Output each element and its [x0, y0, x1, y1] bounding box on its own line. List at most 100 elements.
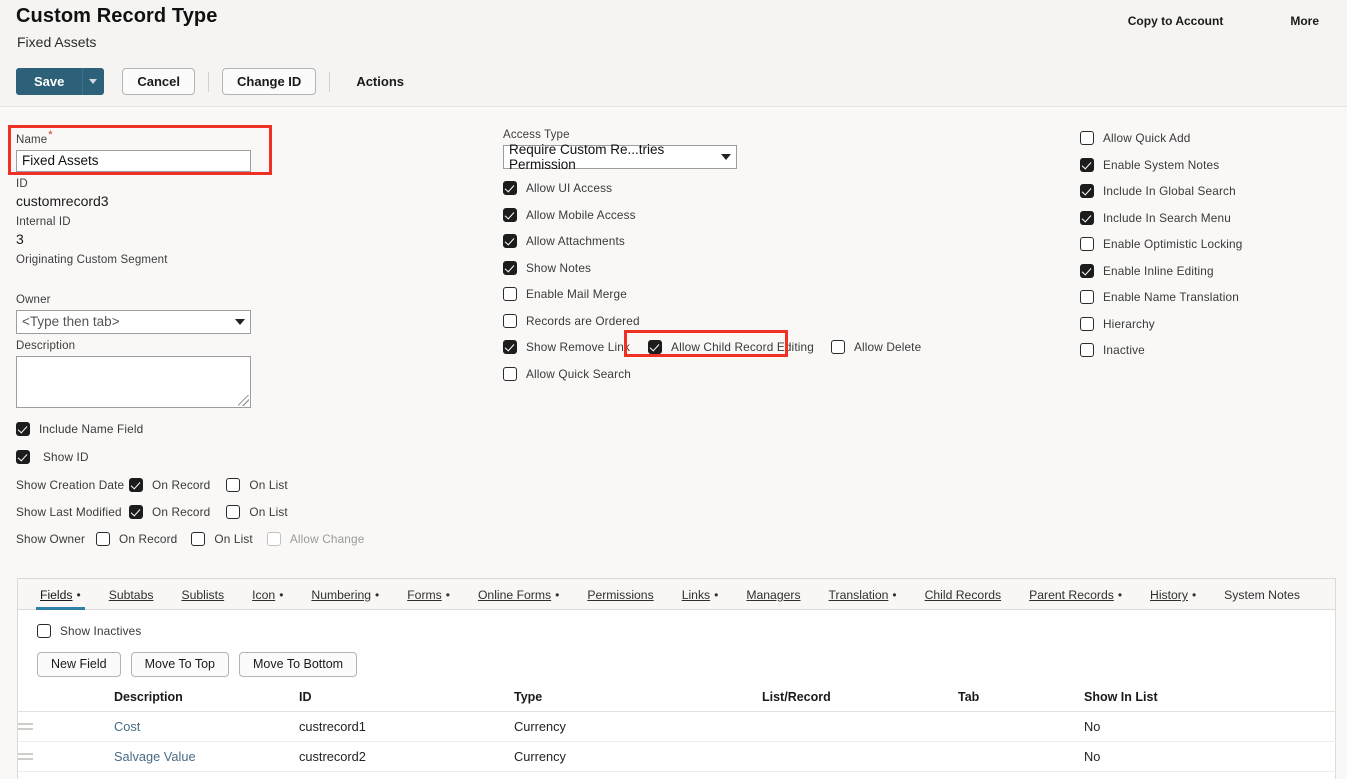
- col-list-record[interactable]: List/Record: [762, 687, 958, 712]
- tab-managers[interactable]: Managers: [732, 588, 814, 609]
- tab-fields[interactable]: Fields•: [26, 588, 95, 609]
- owner-select[interactable]: <Type then tab>: [16, 310, 251, 334]
- checkbox-box[interactable]: [1080, 237, 1094, 251]
- checkbox-allow-child-record-editing[interactable]: [648, 340, 662, 354]
- chevron-down-icon: [89, 79, 97, 84]
- checkbox-allow-quick-search[interactable]: Allow Quick Search: [503, 367, 923, 381]
- checkbox-box[interactable]: [503, 261, 517, 275]
- checkbox-on-record[interactable]: [129, 478, 143, 492]
- drag-handle-icon[interactable]: [18, 723, 33, 730]
- checkbox-include-in-search-menu[interactable]: Include In Search Menu: [1080, 211, 1330, 225]
- checkbox-include-name-field[interactable]: Include Name Field: [16, 422, 276, 436]
- checkbox-box[interactable]: [503, 234, 517, 248]
- tab-system-notes[interactable]: System Notes: [1210, 588, 1314, 609]
- checkbox-records-are-ordered[interactable]: Records are Ordered: [503, 314, 923, 328]
- checkbox-on-list[interactable]: [226, 478, 240, 492]
- checkbox-hierarchy[interactable]: Hierarchy: [1080, 317, 1330, 331]
- tab-parent-records[interactable]: Parent Records•: [1015, 588, 1136, 609]
- checkbox-enable-system-notes[interactable]: Enable System Notes: [1080, 158, 1330, 172]
- checkbox-on-list[interactable]: [191, 532, 205, 546]
- checkbox-box[interactable]: [503, 314, 517, 328]
- checkbox-box[interactable]: [1080, 317, 1094, 331]
- checkbox-enable-optimistic-locking[interactable]: Enable Optimistic Locking: [1080, 237, 1330, 251]
- tab-sublists[interactable]: Sublists: [167, 588, 238, 609]
- checkbox-box[interactable]: [37, 624, 51, 638]
- checkbox-enable-mail-merge[interactable]: Enable Mail Merge: [503, 287, 923, 301]
- checkbox-enable-inline-editing[interactable]: Enable Inline Editing: [1080, 264, 1330, 278]
- move-to-top-button[interactable]: Move To Top: [131, 652, 229, 677]
- table-row[interactable]: Salvage Value custrecord2 Currency No: [18, 742, 1336, 772]
- tab-links[interactable]: Links•: [668, 588, 733, 609]
- field-link[interactable]: Salvage Value: [114, 749, 196, 764]
- tab-child-records[interactable]: Child Records: [911, 588, 1016, 609]
- checkbox-enable-name-translation[interactable]: Enable Name Translation: [1080, 290, 1330, 304]
- table-row[interactable]: Depreciable Cost custrecord3 Currency No: [18, 772, 1336, 779]
- col-drag: [18, 687, 54, 712]
- checkbox-box[interactable]: [1080, 264, 1094, 278]
- tab-icon[interactable]: Icon•: [238, 588, 297, 609]
- owner-label: Owner: [16, 294, 276, 306]
- resize-grip-icon[interactable]: [238, 395, 249, 406]
- checkbox-box[interactable]: [1080, 343, 1094, 357]
- more-menu-link[interactable]: More: [1284, 11, 1325, 31]
- checkbox-box[interactable]: [16, 450, 30, 464]
- checkbox-show-notes[interactable]: Show Notes: [503, 261, 923, 275]
- col-id[interactable]: ID: [299, 687, 514, 712]
- checkbox-show-remove-link[interactable]: [503, 340, 517, 354]
- checkbox-box[interactable]: [503, 287, 517, 301]
- checkbox-show-inactives[interactable]: Show Inactives: [37, 624, 1335, 638]
- drag-handle-icon[interactable]: [18, 753, 33, 760]
- checkbox-include-in-global-search[interactable]: Include In Global Search: [1080, 184, 1330, 198]
- checkbox-on-record[interactable]: [96, 532, 110, 546]
- checkbox-box[interactable]: [1080, 131, 1094, 145]
- description-textarea[interactable]: [16, 356, 251, 408]
- row-drag-handle[interactable]: [18, 712, 54, 742]
- col-show-in-list[interactable]: Show In List: [1084, 687, 1336, 712]
- col-tab[interactable]: Tab: [958, 687, 1084, 712]
- tab-permissions[interactable]: Permissions: [573, 588, 667, 609]
- checkbox-box[interactable]: [1080, 211, 1094, 225]
- checkbox-box[interactable]: [1080, 290, 1094, 304]
- checkbox-allow-quick-add[interactable]: Allow Quick Add: [1080, 131, 1330, 145]
- actions-menu[interactable]: Actions: [356, 74, 404, 89]
- move-to-bottom-button[interactable]: Move To Bottom: [239, 652, 357, 677]
- internal-id-label: Internal ID: [16, 216, 276, 228]
- col-description[interactable]: Description: [54, 687, 299, 712]
- row-label: Show Last Modified: [16, 505, 116, 519]
- checkbox-allow-attachments[interactable]: Allow Attachments: [503, 234, 923, 248]
- cancel-button[interactable]: Cancel: [122, 68, 195, 95]
- tab-history[interactable]: History•: [1136, 588, 1210, 609]
- save-button[interactable]: Save: [16, 68, 82, 95]
- cell-description: Salvage Value: [54, 742, 299, 772]
- change-id-button[interactable]: Change ID: [222, 68, 316, 95]
- name-input[interactable]: [16, 150, 251, 172]
- tab-translation[interactable]: Translation•: [815, 588, 911, 609]
- checkbox-allow-delete[interactable]: [831, 340, 845, 354]
- tab-numbering[interactable]: Numbering•: [297, 588, 393, 609]
- checkbox-allow-ui-access[interactable]: Allow UI Access: [503, 181, 923, 195]
- checkbox-on-list[interactable]: [226, 505, 240, 519]
- checkbox-box[interactable]: [503, 208, 517, 222]
- tab-subtabs[interactable]: Subtabs: [95, 588, 168, 609]
- tab-online-forms[interactable]: Online Forms•: [464, 588, 573, 609]
- save-dropdown-button[interactable]: [82, 68, 104, 95]
- checkbox-box[interactable]: [16, 422, 30, 436]
- checkbox-box[interactable]: [1080, 158, 1094, 172]
- new-field-button[interactable]: New Field: [37, 652, 121, 677]
- col-type[interactable]: Type: [514, 687, 762, 712]
- checkbox-box[interactable]: [503, 367, 517, 381]
- checkbox-allow-mobile-access[interactable]: Allow Mobile Access: [503, 208, 923, 222]
- row-drag-handle[interactable]: [18, 742, 54, 772]
- checkbox-inactive[interactable]: Inactive: [1080, 343, 1330, 357]
- copy-to-account-link[interactable]: Copy to Account: [1122, 11, 1230, 31]
- checkbox-on-record[interactable]: [129, 505, 143, 519]
- tab-forms[interactable]: Forms•: [393, 588, 464, 609]
- checkbox-show-id[interactable]: Show ID: [16, 450, 276, 464]
- table-row[interactable]: Cost custrecord1 Currency No: [18, 712, 1336, 742]
- checkbox-box[interactable]: [503, 181, 517, 195]
- access-type-select[interactable]: Require Custom Re...tries Permission: [503, 145, 737, 169]
- field-link[interactable]: Cost: [114, 719, 140, 734]
- checkbox-allow-change[interactable]: [267, 532, 281, 546]
- checkbox-box[interactable]: [1080, 184, 1094, 198]
- row-drag-handle[interactable]: [18, 772, 54, 779]
